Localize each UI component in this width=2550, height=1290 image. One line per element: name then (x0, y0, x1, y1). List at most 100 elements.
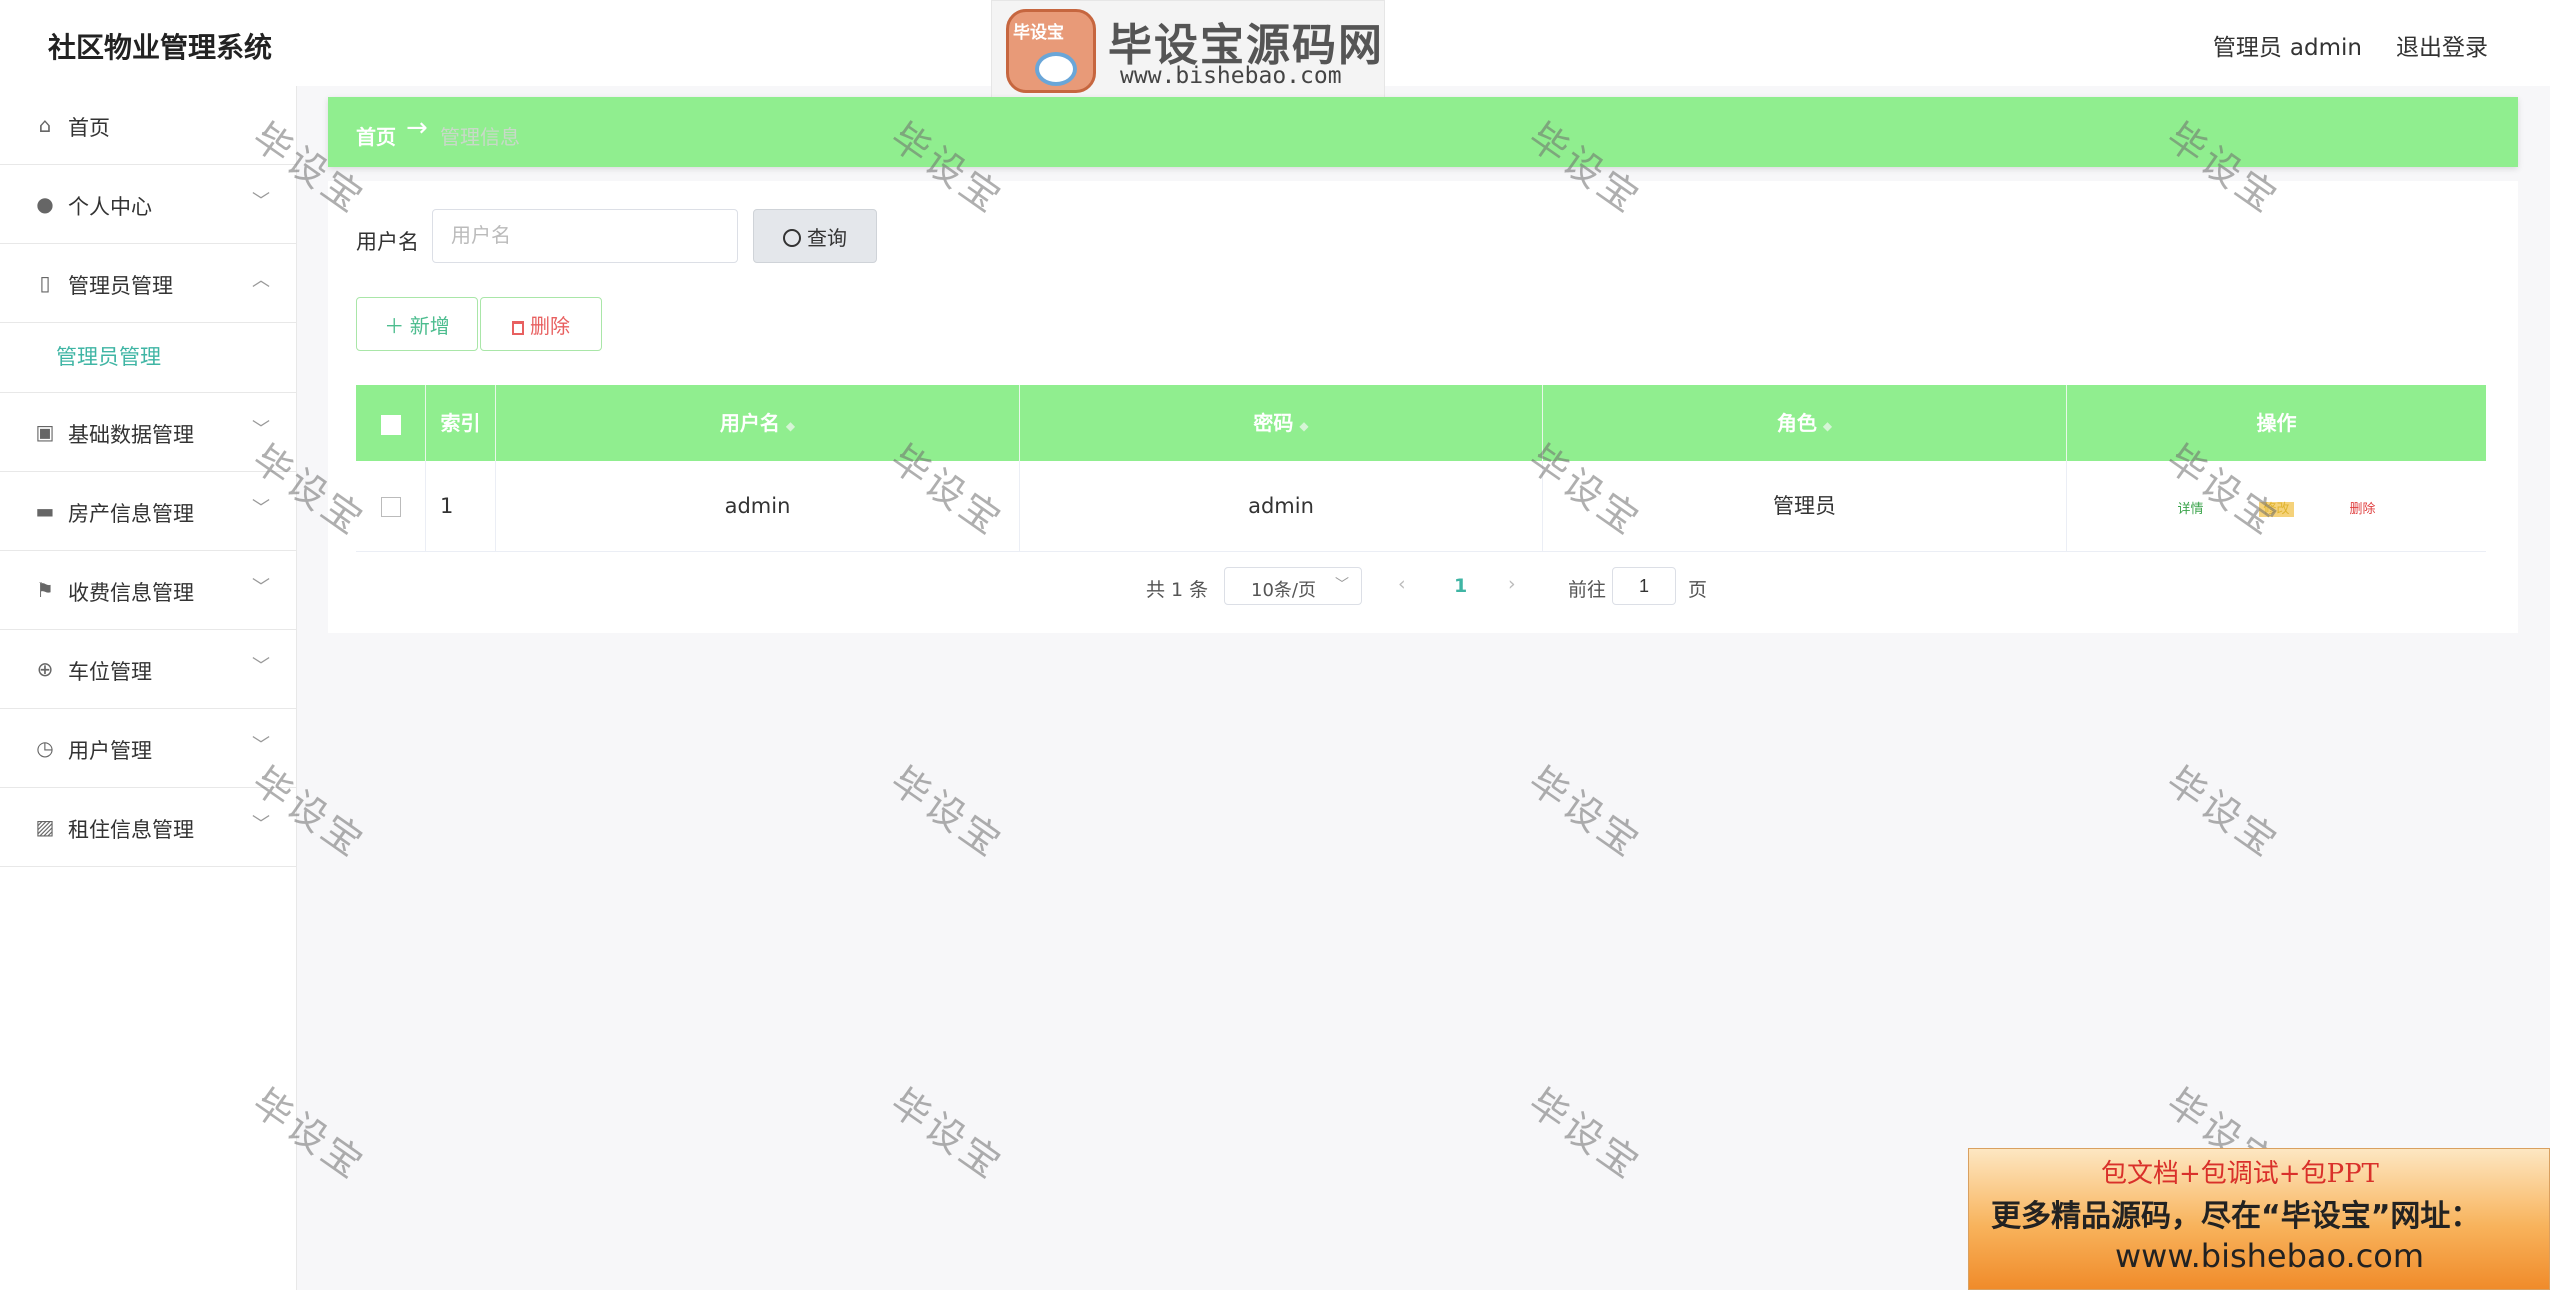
search-label: 用户名 (356, 230, 419, 254)
page-number[interactable]: 1 (1454, 575, 1467, 597)
select-all-checkbox[interactable] (380, 414, 401, 435)
column-header-actions: 操作 (2256, 411, 2297, 435)
app-title: 社区物业管理系统 (48, 31, 273, 64)
username-search-input[interactable] (432, 209, 738, 263)
pagination-total: 共 1 条 (1146, 579, 1209, 601)
search-button-label: 查询 (807, 227, 847, 250)
sidebar-item-label: 管理员管理 (68, 274, 173, 298)
chevron-down-icon: ﹀ (1335, 577, 1349, 593)
table-row: 1 admin admin 管理员 详情 修改 删除 (356, 461, 2486, 552)
sidebar-item-label: 车位管理 (68, 660, 152, 684)
row-delete-button[interactable]: 删除 (2350, 502, 2376, 517)
home-icon: ⌂ (38, 113, 52, 137)
cell-actions: 详情 修改 删除 (2067, 461, 2486, 551)
delete-button-label: 删除 (530, 315, 570, 338)
sidebar-item-label: 房产信息管理 (68, 502, 194, 526)
user-role: 管理员 (2212, 35, 2282, 61)
search-button[interactable]: 查询 (753, 209, 877, 263)
sidebar-item-basic-data[interactable]: ▣ 基础数据管理 ﹀ (0, 393, 296, 472)
sort-icon: ◆ (1299, 419, 1309, 433)
brand-mark-text: 毕设宝 (1013, 23, 1064, 43)
add-button-label: 新增 (409, 315, 450, 338)
trash-icon (512, 320, 524, 335)
column-header-role[interactable]: 角色 ◆ (1543, 385, 2067, 461)
sidebar-item-user-management[interactable]: ◷ 用户管理 ﹀ (0, 709, 296, 788)
watermark-text: 毕设宝 (1520, 758, 1650, 867)
sort-icon: ◆ (1822, 419, 1833, 433)
sort-icon: ◆ (785, 419, 796, 433)
user-name: admin (2289, 35, 2362, 61)
sidebar-subitem-admin-management[interactable]: 管理员管理 (0, 323, 296, 393)
chevron-down-icon: ﹀ (252, 814, 270, 835)
watermark-text: 毕设宝 (882, 758, 1012, 867)
sidebar-subitem-label: 管理员管理 (56, 345, 161, 369)
logout-link[interactable]: 退出登录 (2396, 28, 2488, 62)
sidebar-item-home[interactable]: ⌂ 首页 (0, 86, 296, 165)
breadcrumb-home[interactable]: 首页 (356, 121, 396, 150)
promo-line-1: 包文档+包调试+包PPT (2101, 1159, 2379, 1189)
goto-page-input[interactable] (1612, 567, 1676, 605)
add-button[interactable]: ＋ 新增 (356, 297, 478, 351)
sidebar-item-label: 基础数据管理 (68, 423, 194, 447)
chevron-down-icon: ﹀ (252, 419, 270, 440)
sidebar-item-label: 用户管理 (68, 739, 152, 763)
promo-line-2: 更多精品源码，尽在“毕设宝”网址： (1991, 1199, 2481, 1234)
sidebar-item-label: 个人中心 (68, 195, 152, 219)
goto-label: 前往 (1568, 579, 1607, 601)
sidebar-item-fee-info[interactable]: ⚑ 收费信息管理 ﹀ (0, 551, 296, 630)
row-select-cell (356, 461, 426, 551)
cell-index: 1 (426, 461, 496, 551)
current-user: 管理员 admin (2213, 28, 2362, 62)
arrow-right-icon: → (406, 113, 428, 143)
sidebar-item-personal-center[interactable]: ● 个人中心 ﹀ (0, 165, 296, 244)
chevron-down-icon: ﹀ (252, 735, 270, 756)
chevron-down-icon: ﹀ (252, 577, 270, 598)
chevron-down-icon: ﹀ (252, 656, 270, 677)
sidebar-item-property-info[interactable]: ▬ 房产信息管理 ﹀ (0, 472, 296, 551)
watermark-text: 毕设宝 (882, 1080, 1012, 1189)
prev-page-button[interactable]: ‹ (1398, 573, 1406, 595)
column-header-username[interactable]: 用户名 ◆ (496, 385, 1020, 461)
flag-icon: ⚑ (36, 578, 54, 602)
brand-mark-icon: 毕设宝 (1006, 9, 1096, 93)
clipboard-icon: ▣ (35, 420, 55, 444)
watermark-text: 毕设宝 (1520, 1080, 1650, 1189)
sidebar-item-label: 首页 (68, 116, 110, 140)
watermark-text: 毕设宝 (2158, 758, 2288, 867)
header-select-all (356, 385, 426, 461)
cell-password: admin (1020, 461, 1543, 551)
sidebar-item-label: 收费信息管理 (68, 581, 194, 605)
breadcrumb: 首页 → 管理信息 (328, 97, 2518, 167)
goto-unit: 页 (1688, 579, 1708, 601)
chevron-down-icon: ﹀ (252, 498, 270, 519)
page-size-select[interactable]: 10条/页 ﹀ (1224, 567, 1362, 605)
sidebar-item-rental-info[interactable]: ▨ 租住信息管理 ﹀ (0, 788, 296, 867)
column-header-index: 索引 (426, 385, 496, 461)
admin-table: 索引 用户名 ◆ 密码 ◆ 角色 ◆ 操作 1 admin admin 管理员 详情 修… (356, 385, 2486, 552)
next-page-button[interactable]: › (1508, 573, 1516, 595)
clock-icon: ◷ (36, 736, 54, 760)
cell-role: 管理员 (1543, 461, 2067, 551)
table-header: 索引 用户名 ◆ 密码 ◆ 角色 ◆ 操作 (356, 385, 2486, 461)
sidebar-item-label: 租住信息管理 (68, 818, 194, 842)
promo-banner: 包文档+包调试+包PPT 更多精品源码，尽在“毕设宝”网址： www.bishe… (1968, 1148, 2550, 1290)
cell-username: admin (496, 461, 1020, 551)
main-panel: 用户名 查询 ＋ 新增 删除 索引 用户名◆ 密码◆ 角色◆ 操作 1 admi… (328, 181, 2518, 633)
phone-icon: ▯ (39, 271, 51, 295)
column-header-password[interactable]: 密码 ◆ (1020, 385, 1543, 461)
chart-icon: ▨ (35, 815, 55, 839)
detail-button[interactable]: 详情 (2177, 502, 2203, 517)
chevron-up-icon: ︿ (252, 270, 270, 291)
sidebar: ⌂ 首页 ● 个人中心 ﹀ ▯ 管理员管理 ︿ 管理员管理 ▣ 基础数据管理 ﹀… (0, 86, 297, 1290)
sidebar-item-admin-management[interactable]: ▯ 管理员管理 ︿ (0, 244, 296, 323)
brand-logo: 毕设宝 毕设宝源码网 www.bishebao.com (991, 0, 1385, 104)
brand-url: www.bishebao.com (1120, 63, 1342, 89)
promo-url: www.bishebao.com (2115, 1237, 2425, 1275)
sidebar-item-parking[interactable]: ⊕ 车位管理 ﹀ (0, 630, 296, 709)
edit-button[interactable]: 修改 (2259, 502, 2294, 517)
delete-button[interactable]: 删除 (480, 297, 602, 351)
mailbox-icon: ▬ (35, 499, 55, 523)
plus-icon: ＋ (384, 315, 410, 338)
row-checkbox[interactable] (380, 497, 401, 517)
pagination: 共 1 条 10条/页﹀ ‹ 1 › 前往 页 (328, 567, 2518, 607)
